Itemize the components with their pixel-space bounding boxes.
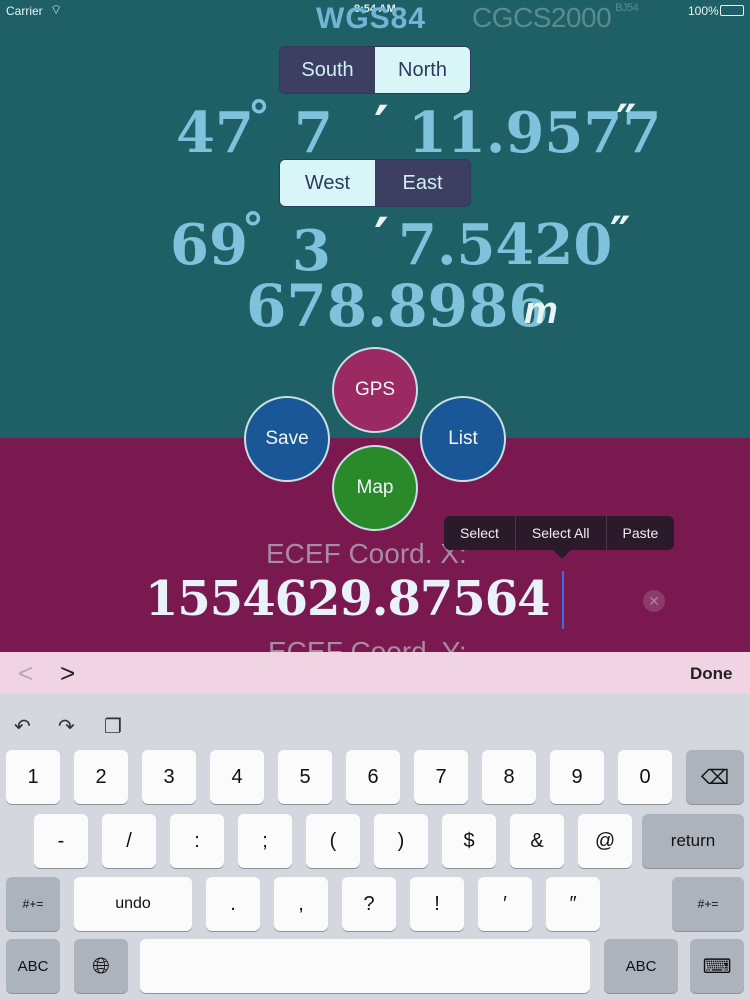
- key-colon[interactable]: :: [170, 814, 224, 868]
- abc-key-right[interactable]: ABC: [604, 939, 678, 993]
- carrier-label: Carrier: [6, 4, 43, 18]
- ecef-x-input[interactable]: 1554629.87564: [145, 571, 550, 627]
- hemisphere-lon-control[interactable]: West East: [279, 159, 471, 207]
- key-prime[interactable]: ′: [478, 877, 532, 931]
- paste-menu-item[interactable]: Paste: [607, 516, 675, 550]
- lon-second-symbol: ″: [610, 206, 631, 260]
- text-cursor: [562, 571, 564, 629]
- backspace-icon: ⌫: [700, 766, 730, 789]
- symbols-key-left[interactable]: #+=: [6, 877, 60, 931]
- datum-cgcs2000-tab[interactable]: CGCS2000 BJ54: [472, 2, 639, 34]
- altitude-unit: m: [524, 290, 558, 332]
- map-button[interactable]: Map: [332, 445, 418, 531]
- context-menu-pointer: [553, 550, 571, 559]
- key-at[interactable]: @: [578, 814, 632, 868]
- key-close-paren[interactable]: ): [374, 814, 428, 868]
- datum-wgs84-tab[interactable]: WGS84: [316, 2, 426, 36]
- key-8[interactable]: 8: [482, 750, 536, 804]
- north-option[interactable]: North: [375, 47, 470, 93]
- key-slash[interactable]: /: [102, 814, 156, 868]
- south-option[interactable]: South: [280, 47, 375, 93]
- wifi-icon: ⌔: [50, 2, 63, 17]
- save-button[interactable]: Save: [244, 396, 330, 482]
- done-button[interactable]: Done: [690, 664, 733, 684]
- globe-key[interactable]: 🌐︎: [74, 939, 128, 993]
- lon-seconds[interactable]: 7.5420: [398, 212, 612, 278]
- select-menu-item[interactable]: Select: [444, 516, 516, 550]
- key-2[interactable]: 2: [74, 750, 128, 804]
- lon-degrees[interactable]: 69: [170, 212, 248, 278]
- key-semicolon[interactable]: ;: [238, 814, 292, 868]
- key-7[interactable]: 7: [414, 750, 468, 804]
- list-button[interactable]: List: [420, 396, 506, 482]
- lat-degrees[interactable]: 47: [176, 100, 254, 166]
- key-9[interactable]: 9: [550, 750, 604, 804]
- keyboard-dismiss-icon: ⌨: [702, 955, 732, 978]
- battery-icon: [720, 5, 744, 16]
- ecef-x-label: ECEF Coord. X:: [266, 538, 467, 569]
- key-dollar[interactable]: $: [442, 814, 496, 868]
- key-exclaim[interactable]: !: [410, 877, 464, 931]
- lat-degree-symbol: °: [248, 92, 270, 143]
- key-dash[interactable]: -: [34, 814, 88, 868]
- symbols-key-right[interactable]: #+=: [672, 877, 744, 931]
- space-key[interactable]: [140, 939, 590, 993]
- datum-bj54-label: BJ54: [615, 2, 639, 14]
- lat-second-symbol: ″: [616, 94, 637, 148]
- key-comma[interactable]: ,: [274, 877, 328, 931]
- redo-icon[interactable]: ↷: [58, 714, 75, 739]
- backspace-key[interactable]: ⌫: [686, 750, 744, 804]
- battery-percent: 100%: [688, 4, 719, 18]
- key-period[interactable]: .: [206, 877, 260, 931]
- lat-minute-symbol: ′: [374, 94, 389, 160]
- globe-icon: 🌐︎: [92, 953, 110, 978]
- ecef-y-label: ECEF Coord. Y:: [268, 636, 467, 652]
- next-field-button[interactable]: >: [60, 658, 75, 689]
- datum-cgcs-label: CGCS2000: [472, 2, 612, 33]
- key-3[interactable]: 3: [142, 750, 196, 804]
- undo-icon[interactable]: ↶: [14, 714, 31, 739]
- abc-key-left[interactable]: ABC: [6, 939, 60, 993]
- key-0[interactable]: 0: [618, 750, 672, 804]
- numeric-keyboard: ↶ ↷ ❐ 1 2 3 4 5 6 7 8 9 0 ⌫ - / : ; ( ) …: [0, 694, 750, 1000]
- edit-context-menu: Select Select All Paste: [444, 516, 675, 550]
- hemisphere-lat-control[interactable]: South North: [279, 46, 471, 94]
- return-key[interactable]: return: [642, 814, 744, 868]
- gps-button[interactable]: GPS: [332, 347, 418, 433]
- select-all-menu-item[interactable]: Select All: [516, 516, 607, 550]
- dismiss-keyboard-key[interactable]: ⌨: [690, 939, 744, 993]
- west-option[interactable]: West: [280, 160, 375, 206]
- key-double-prime[interactable]: ″: [546, 877, 600, 931]
- lon-degree-symbol: °: [242, 204, 264, 255]
- key-open-paren[interactable]: (: [306, 814, 360, 868]
- undo-key[interactable]: undo: [74, 877, 192, 931]
- key-6[interactable]: 6: [346, 750, 400, 804]
- key-question[interactable]: ?: [342, 877, 396, 931]
- east-option[interactable]: East: [375, 160, 470, 206]
- previous-field-button[interactable]: <: [18, 658, 33, 689]
- key-4[interactable]: 4: [210, 750, 264, 804]
- lat-minutes[interactable]: 7: [294, 100, 333, 166]
- key-5[interactable]: 5: [278, 750, 332, 804]
- keyboard-accessory-bar: < > Done: [0, 652, 750, 694]
- paste-icon[interactable]: ❐: [104, 714, 122, 739]
- key-1[interactable]: 1: [6, 750, 60, 804]
- clear-icon[interactable]: ✕: [643, 590, 665, 612]
- key-ampersand[interactable]: &: [510, 814, 564, 868]
- altitude-value[interactable]: 678.8986: [246, 272, 549, 340]
- lon-minute-symbol: ′: [374, 206, 389, 272]
